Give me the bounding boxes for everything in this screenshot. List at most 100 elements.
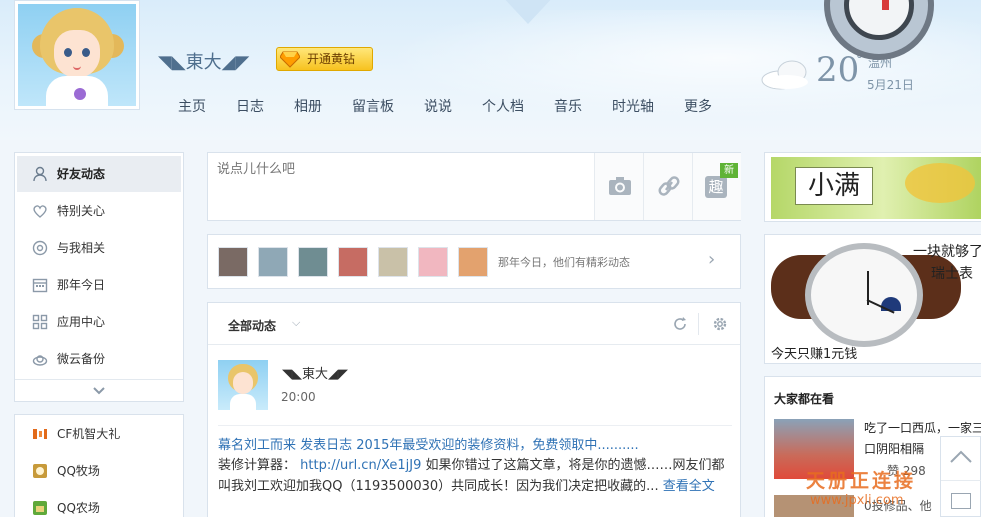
watermark-text: 天册正连接: [806, 470, 917, 492]
camera-icon: [609, 177, 631, 195]
nav-profile[interactable]: 个人档: [482, 96, 524, 116]
friend-avatar[interactable]: [298, 247, 328, 277]
new-badge: 新: [720, 163, 738, 178]
sidebar-item-label: 好友动态: [57, 167, 106, 181]
chevron-up-icon: [950, 450, 972, 463]
sidebar-item-label: QQ牧场: [57, 464, 100, 478]
sidebar-item-label: 特别关心: [57, 204, 106, 218]
nav-album[interactable]: 相册: [294, 96, 322, 116]
cloud-icon: [761, 60, 808, 90]
user-name[interactable]: ◥◣東大◢◤: [158, 48, 249, 74]
sidebar-item-year-today[interactable]: 那年今日: [17, 267, 181, 303]
floating-toolbar: [940, 436, 981, 517]
status-input[interactable]: [208, 153, 594, 220]
feed-header: 全部动态 ⌵: [208, 303, 740, 345]
ad-watch-line2: 瑞士表: [931, 266, 973, 282]
sidebar-item-label: 那年今日: [57, 278, 106, 292]
nav-more[interactable]: 更多: [684, 96, 712, 116]
sidebar-app-cf[interactable]: CF机智大礼: [17, 416, 181, 452]
ad-decor: [905, 163, 975, 203]
link-icon: [658, 176, 680, 196]
sidebar-item-label: QQ农场: [57, 501, 100, 515]
diamond-icon: [280, 51, 300, 68]
nav-blog[interactable]: 日志: [236, 96, 264, 116]
link-button[interactable]: [643, 153, 692, 220]
sidebar-item-label: 微云备份: [57, 352, 106, 366]
header-star-decor: [500, 0, 556, 24]
friend-avatar[interactable]: [418, 247, 448, 277]
calendar-icon: [32, 278, 48, 293]
open-vip-button[interactable]: 开通黄钻: [276, 47, 373, 71]
gear-icon[interactable]: [712, 316, 728, 332]
avatar-image: [18, 4, 136, 106]
post-url-link[interactable]: http://url.cn/Xe1jJ9: [300, 458, 421, 473]
sidebar-item-special-care[interactable]: 特别关心: [17, 193, 181, 229]
fun-icon: 趣: [705, 176, 727, 198]
watch-dial: [805, 243, 923, 347]
friend-avatar[interactable]: [378, 247, 408, 277]
nav-messageboard[interactable]: 留言板: [352, 96, 394, 116]
sidebar-item-label: 应用中心: [57, 315, 106, 329]
sidebar-app-ranch[interactable]: QQ牧场: [17, 453, 181, 489]
chevron-right-icon[interactable]: ›: [708, 249, 715, 270]
message-icon[interactable]: [951, 493, 971, 509]
sidebar-collapse-button[interactable]: [15, 379, 183, 401]
friend-avatar[interactable]: [458, 247, 488, 277]
header-divider: [698, 313, 699, 335]
sidebar-apps: CF机智大礼 QQ牧场 QQ农场: [14, 414, 184, 517]
post-time: 20:00: [281, 390, 316, 404]
trending-headline-1[interactable]: 吃了一口西瓜，一家三: [864, 419, 981, 436]
vip-label: 开通黄钻: [307, 52, 356, 66]
ad-watch-line1: 一块就够了: [913, 244, 981, 260]
friend-avatar[interactable]: [258, 247, 288, 277]
refresh-icon[interactable]: [672, 316, 688, 332]
ad-title: 小满: [795, 167, 873, 205]
sidebar-menu: 好友动态 特别关心 与我相关 那年今日 应用中心 微云备份: [14, 152, 184, 402]
ranch-icon: [33, 464, 47, 478]
at-icon: [32, 240, 48, 256]
post-author-avatar[interactable]: [218, 360, 268, 410]
divider: [218, 425, 732, 426]
read-more-link[interactable]: 查看全文: [663, 479, 715, 494]
status-composer: [207, 152, 741, 221]
chevron-down-icon: [93, 387, 105, 395]
post-blog-title[interactable]: 幕名刘工而来 发表日志 2015年最受欢迎的装修资料，免费领取中........…: [218, 434, 639, 453]
feed-filter[interactable]: 全部动态: [228, 317, 276, 334]
ad-banner-xiaoman[interactable]: 小满: [764, 152, 981, 222]
feed-panel: 全部动态 ⌵ ◥◣東大◢◤ 20:00 幕名刘工而来 发表日志 2015年最受欢…: [207, 302, 741, 517]
nav-shuoshuo[interactable]: 说说: [424, 96, 452, 116]
weather-date: 5月21日: [867, 78, 914, 92]
nav-timeline[interactable]: 时光轴: [612, 96, 654, 116]
cloud-backup-icon: [32, 355, 48, 366]
back-to-top-button[interactable]: [941, 437, 981, 481]
trending-headline-2[interactable]: 口阴阳相隔: [864, 440, 924, 457]
sidebar-item-label: CF机智大礼: [57, 427, 121, 441]
year-today-strip[interactable]: 那年今日，他们有精彩动态 ›: [207, 234, 741, 289]
friend-avatar[interactable]: [218, 247, 248, 277]
heart-icon: [33, 205, 47, 218]
nav-home[interactable]: 主页: [178, 96, 206, 116]
friend-avatar[interactable]: [338, 247, 368, 277]
cf-icon: [33, 429, 47, 439]
post-author-name[interactable]: ◥◣東大◢◤: [282, 363, 348, 382]
farm-icon: [33, 501, 47, 515]
post-text-prefix: 装修计算器：: [218, 458, 297, 473]
apps-icon: [32, 314, 48, 330]
profile-avatar[interactable]: [14, 0, 140, 110]
sidebar-app-farm[interactable]: QQ农场: [17, 490, 181, 517]
sidebar-item-app-center[interactable]: 应用中心: [17, 304, 181, 340]
weather-temperature: 20: [816, 50, 860, 90]
watermark-url: www.jpxli.com: [810, 493, 904, 508]
nav-music[interactable]: 音乐: [554, 96, 582, 116]
photo-button[interactable]: [594, 153, 643, 220]
sidebar-item-friends-feed[interactable]: 好友动态: [17, 156, 181, 192]
ad-banner-watch[interactable]: 一块就够了 瑞士表 今天只赚1元钱: [764, 234, 981, 364]
trending-title: 大家都在看: [774, 392, 835, 406]
sidebar-item-related[interactable]: 与我相关: [17, 230, 181, 266]
post-body: 装修计算器： http://url.cn/Xe1jJ9 如果你错过了这篇文章，将…: [218, 455, 728, 497]
sidebar-item-label: 与我相关: [57, 241, 106, 255]
ad-watch-line3: 今天只赚1元钱: [771, 347, 858, 362]
chevron-down-icon[interactable]: ⌵: [292, 316, 300, 330]
year-today-text: 那年今日，他们有精彩动态: [498, 256, 630, 269]
sidebar-item-weiyun-backup[interactable]: 微云备份: [17, 341, 181, 377]
